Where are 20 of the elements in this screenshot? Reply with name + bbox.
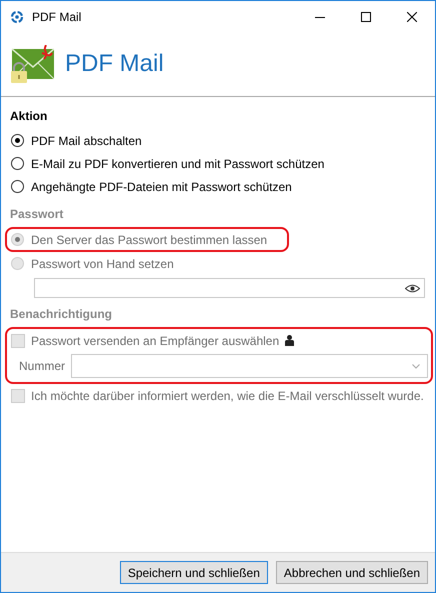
radio-button[interactable]: [11, 134, 24, 147]
section-heading: Aktion: [10, 109, 48, 125]
envelope-lock-icon: [10, 45, 54, 83]
close-icon: [407, 12, 417, 22]
field-label: Nummer: [18, 359, 66, 373]
chevron-down-icon: [412, 364, 420, 368]
cancel-button[interactable]: Abbrechen und schließen: [276, 561, 428, 584]
window-title: PDF Mail: [32, 10, 82, 24]
eye-icon: [405, 284, 420, 292]
radio-label[interactable]: PDF Mail abschalten: [31, 134, 142, 148]
radio-button[interactable]: [11, 180, 24, 193]
app-title: PDF Mail: [65, 50, 164, 78]
radio-button[interactable]: [11, 157, 24, 170]
section-heading: Benachrichtigung: [10, 307, 114, 323]
section-heading: Passwort: [10, 207, 64, 223]
radio-label[interactable]: E-Mail zu PDF konvertieren und mit Passwort schützen: [31, 156, 324, 170]
radio-label[interactable]: Angehängte PDF-Dateien mit Passwort schützen: [31, 180, 292, 194]
save-button[interactable]: Speichern und schließen: [120, 561, 268, 584]
app-icon: [10, 10, 24, 24]
maximize-icon: [361, 12, 371, 22]
